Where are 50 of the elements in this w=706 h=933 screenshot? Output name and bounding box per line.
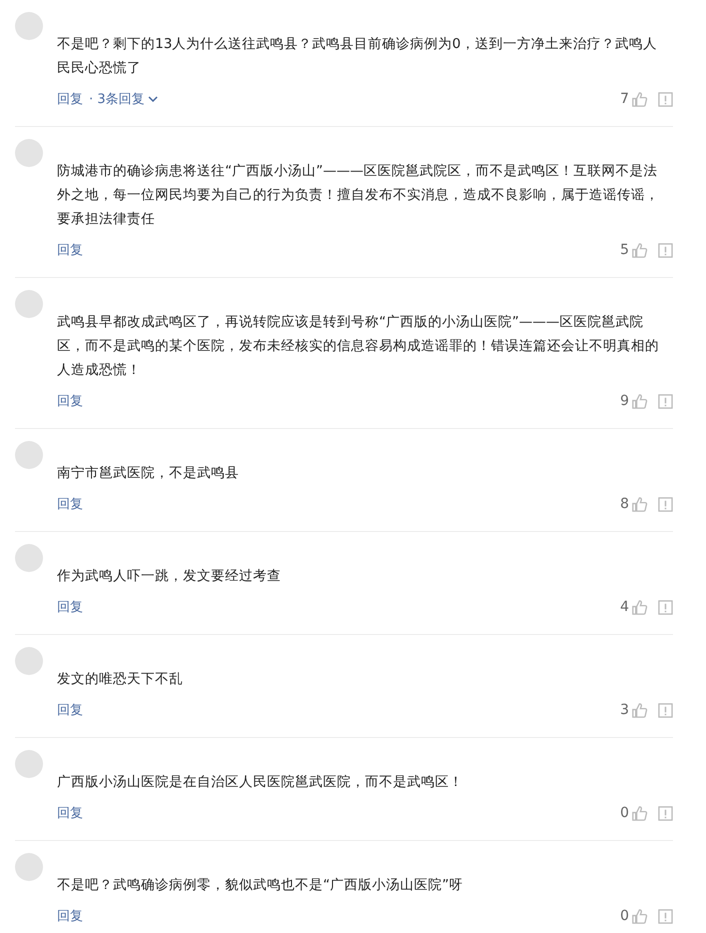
reply-link[interactable]: 回复 xyxy=(57,804,83,822)
thumbs-up-icon[interactable] xyxy=(631,392,648,410)
like-count: 5 xyxy=(620,242,629,258)
like-count: 0 xyxy=(620,805,629,821)
comment-text: 不是吧？剩下的13人为什么送往武鸣县？武鸣县目前确诊病例为0，送到一方净土来治疗？武鸣人民民心恐慌了 xyxy=(57,35,658,78)
comment-text: 不是吧？武鸣确诊病例零，貌似武鸣也不是“广西版小汤山医院”呀 xyxy=(57,876,464,895)
thumbs-up-icon[interactable] xyxy=(631,598,648,616)
reply-link[interactable]: 回复 xyxy=(57,701,83,719)
avatar[interactable] xyxy=(15,12,43,40)
chevron-down-icon xyxy=(148,96,158,102)
thumbs-up-icon[interactable] xyxy=(631,702,648,718)
reply-link[interactable]: 回复 xyxy=(57,392,83,410)
reply-link[interactable]: 回复 xyxy=(57,241,83,259)
like-count: 9 xyxy=(620,393,629,409)
replies-link[interactable]: · 3条回复 xyxy=(89,90,158,108)
comment-text: 广西版小汤山医院是在自治区人民医院邕武医院，而不是武鸣区！ xyxy=(57,773,464,792)
report-icon[interactable] xyxy=(658,496,673,512)
reply-link[interactable]: 回复 xyxy=(57,90,83,108)
avatar[interactable] xyxy=(15,544,43,572)
report-icon[interactable] xyxy=(658,908,673,924)
thumbs-up-icon[interactable] xyxy=(631,804,648,822)
like-count: 4 xyxy=(620,599,629,615)
avatar[interactable] xyxy=(15,441,43,469)
thumbs-up-icon[interactable] xyxy=(631,90,648,108)
comment-text: 武鸣县早都改成武鸣区了，再说转院应该是转到号称“广西版的小汤山医院”———区医院邕武院区，而不是武鸣的某个医院，发布未经核实的信息容易构成造谣罪的！错误连篇还会让不明真相的人造成恐慌！ xyxy=(57,313,660,380)
avatar[interactable] xyxy=(15,853,43,881)
comment-text: 作为武鸣人吓一跳，发文要经过考查 xyxy=(57,567,282,586)
avatar[interactable] xyxy=(15,290,43,318)
avatar[interactable] xyxy=(15,647,43,675)
report-icon[interactable] xyxy=(658,702,673,718)
comment-text: 南宁市邕武医院，不是武鸣县 xyxy=(57,464,240,483)
like-count: 0 xyxy=(620,908,629,924)
like-count: 3 xyxy=(620,702,629,718)
avatar[interactable] xyxy=(15,139,43,167)
thumbs-up-icon[interactable] xyxy=(631,242,648,258)
reply-link[interactable]: 回复 xyxy=(57,907,83,925)
report-icon[interactable] xyxy=(658,806,673,820)
comment-text: 发文的唯恐天下不乱 xyxy=(57,670,184,689)
report-icon[interactable] xyxy=(658,394,673,408)
report-icon[interactable] xyxy=(658,92,673,106)
thumbs-up-icon[interactable] xyxy=(631,908,648,924)
reply-link[interactable]: 回复 xyxy=(57,598,83,616)
report-icon[interactable] xyxy=(658,600,673,614)
reply-link[interactable]: 回复 xyxy=(57,495,83,513)
report-icon[interactable] xyxy=(658,242,673,258)
comment-text: 防城港市的确诊病患将送往“广西版小汤山”———区医院邕武院区，而不是武鸣区！互联网不是法外之地，每一位网民均要为自己的行为负责！擅自发布不实消息，造成不良影响，属于造谣传谣，要承担法律责任 xyxy=(57,162,660,229)
like-count: 7 xyxy=(620,91,629,107)
thumbs-up-icon[interactable] xyxy=(631,496,648,512)
like-count: 8 xyxy=(620,496,629,512)
avatar[interactable] xyxy=(15,750,43,778)
